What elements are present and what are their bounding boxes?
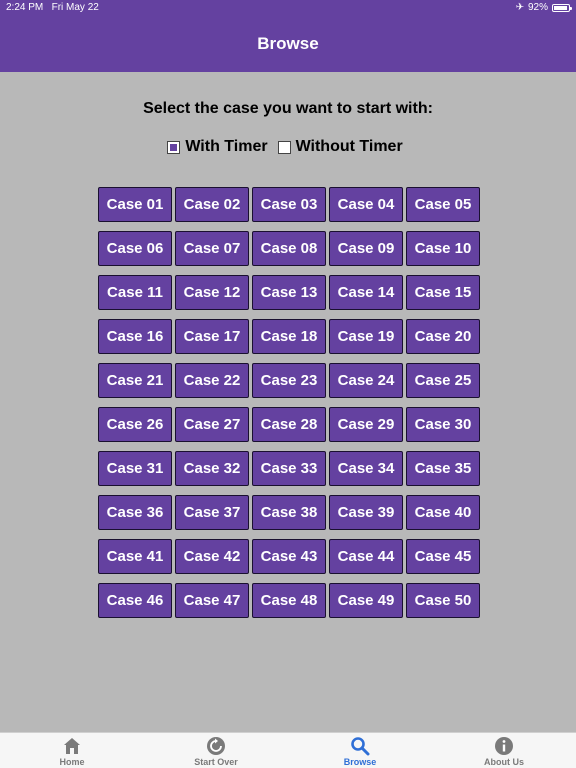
case-button[interactable]: Case 39	[329, 495, 403, 530]
tab-label: Browse	[343, 757, 377, 767]
status-time: 2:24 PM	[6, 2, 44, 13]
case-button[interactable]: Case 31	[98, 451, 172, 486]
case-button[interactable]: Case 27	[175, 407, 249, 442]
tab-label: Home	[59, 757, 85, 767]
without-timer-option[interactable]: Without Timer	[277, 138, 403, 156]
case-button[interactable]: Case 48	[252, 583, 326, 618]
case-button[interactable]: Case 11	[98, 275, 172, 310]
case-button[interactable]: Case 49	[329, 583, 403, 618]
case-button[interactable]: Case 21	[98, 363, 172, 398]
tab-about-us[interactable]: About Us	[432, 733, 576, 768]
tab-browse[interactable]: Browse	[288, 733, 432, 768]
restart-icon	[206, 736, 226, 756]
case-button[interactable]: Case 29	[329, 407, 403, 442]
case-button[interactable]: Case 44	[329, 539, 403, 574]
select-case-prompt: Select the case you want to start with:	[143, 100, 433, 117]
case-button[interactable]: Case 01	[98, 187, 172, 222]
battery-percent: 92%	[527, 2, 548, 13]
case-button[interactable]: Case 08	[252, 231, 326, 266]
with-timer-checkbox[interactable]	[167, 140, 181, 154]
case-button[interactable]: Case 06	[98, 231, 172, 266]
case-button[interactable]: Case 13	[252, 275, 326, 310]
info-icon	[494, 736, 514, 756]
home-icon	[62, 736, 82, 756]
case-button[interactable]: Case 45	[406, 539, 480, 574]
case-button[interactable]: Case 20	[406, 319, 480, 354]
case-button[interactable]: Case 42	[175, 539, 249, 574]
case-button[interactable]: Case 07	[175, 231, 249, 266]
case-button[interactable]: Case 09	[329, 231, 403, 266]
case-button[interactable]: Case 10	[406, 231, 480, 266]
case-button[interactable]: Case 23	[252, 363, 326, 398]
case-grid: Case 01 Case 02 Case 03 Case 04 Case 05 Case …	[98, 187, 480, 618]
case-button[interactable]: Case 50	[406, 583, 480, 618]
case-button[interactable]: Case 34	[329, 451, 403, 486]
case-button[interactable]: Case 24	[329, 363, 403, 398]
case-button[interactable]: Case 18	[252, 319, 326, 354]
status-bar: 2:24 PM Fri May 22 ✈ 92%	[0, 0, 576, 16]
without-timer-checkbox[interactable]	[277, 140, 291, 154]
case-button[interactable]: Case 03	[252, 187, 326, 222]
case-button[interactable]: Case 46	[98, 583, 172, 618]
case-button[interactable]: Case 17	[175, 319, 249, 354]
status-time-date: 2:24 PM Fri May 22	[6, 0, 99, 16]
case-button[interactable]: Case 05	[406, 187, 480, 222]
with-timer-option[interactable]: With Timer	[167, 138, 268, 156]
airplane-icon: ✈	[515, 2, 524, 13]
status-right: ✈ 92%	[515, 0, 572, 16]
tab-home[interactable]: Home	[0, 733, 144, 768]
tab-label: About Us	[484, 757, 524, 767]
case-button[interactable]: Case 43	[252, 539, 326, 574]
case-button[interactable]: Case 47	[175, 583, 249, 618]
case-button[interactable]: Case 38	[252, 495, 326, 530]
case-button[interactable]: Case 37	[175, 495, 249, 530]
tab-label: Start Over	[194, 757, 238, 767]
case-button[interactable]: Case 22	[175, 363, 249, 398]
with-timer-label: With Timer	[185, 138, 268, 155]
case-button[interactable]: Case 02	[175, 187, 249, 222]
case-button[interactable]: Case 14	[329, 275, 403, 310]
case-button[interactable]: Case 12	[175, 275, 249, 310]
timer-options: With Timer Without Timer	[0, 138, 576, 156]
case-button[interactable]: Case 40	[406, 495, 480, 530]
without-timer-label: Without Timer	[295, 138, 403, 155]
case-button[interactable]: Case 41	[98, 539, 172, 574]
case-button[interactable]: Case 30	[406, 407, 480, 442]
battery-fill	[554, 6, 567, 10]
case-button[interactable]: Case 32	[175, 451, 249, 486]
case-button[interactable]: Case 19	[329, 319, 403, 354]
tab-bar: Home Start Over Browse About Us	[0, 732, 576, 768]
case-button[interactable]: Case 25	[406, 363, 480, 398]
case-button[interactable]: Case 36	[98, 495, 172, 530]
case-button[interactable]: Case 16	[98, 319, 172, 354]
search-icon	[350, 736, 370, 756]
case-button[interactable]: Case 26	[98, 407, 172, 442]
case-button[interactable]: Case 28	[252, 407, 326, 442]
case-button[interactable]: Case 15	[406, 275, 480, 310]
status-date: Fri May 22	[51, 2, 99, 13]
tab-start-over[interactable]: Start Over	[144, 733, 288, 768]
app-root: 2:24 PM Fri May 22 ✈ 92% Browse Select t…	[0, 0, 576, 768]
case-button[interactable]: Case 04	[329, 187, 403, 222]
battery-icon	[552, 4, 572, 12]
case-button[interactable]: Case 35	[406, 451, 480, 486]
page-title: Browse	[257, 34, 319, 53]
header-bar: 2:24 PM Fri May 22 ✈ 92% Browse	[0, 0, 576, 72]
case-button[interactable]: Case 33	[252, 451, 326, 486]
